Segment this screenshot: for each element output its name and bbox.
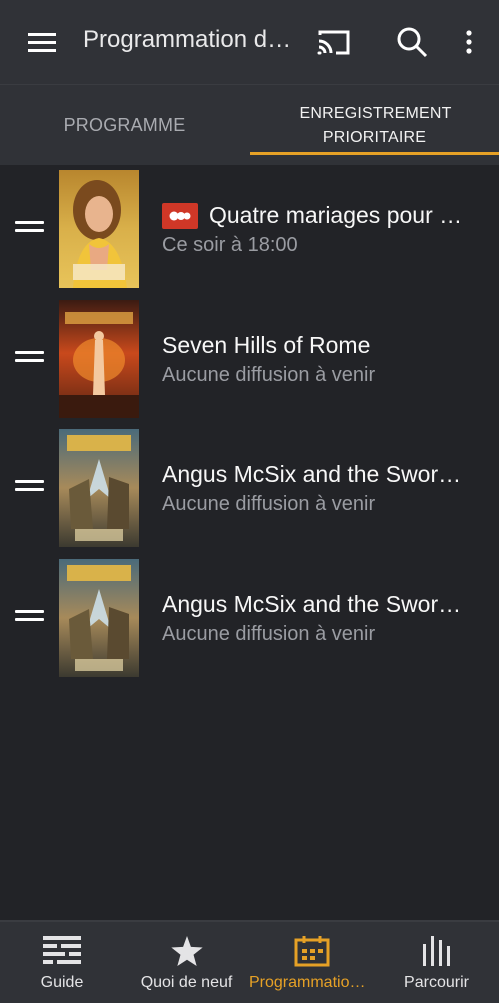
tab-label: ENREGISTREMENT PRIORITAIRE [299,104,452,146]
browse-icon [417,934,457,968]
active-tab-indicator [250,152,499,155]
nav-label: Parcourir [404,974,469,991]
tab-bar: PROGRAMME ENREGISTREMENT PRIORITAIRE [0,84,499,165]
nav-label: Quoi de neuf [140,974,233,991]
poster-image [59,170,139,288]
page-title: Programmation de... [83,26,298,53]
program-title: Angus McSix and the Sword o... [162,591,472,617]
search-icon[interactable] [390,22,434,62]
more-vert-icon[interactable] [456,22,482,62]
poster-image [59,300,139,418]
nav-quoi-de-neuf[interactable]: Quoi de neuf [124,922,249,1003]
calendar-icon [292,934,332,968]
hamburger-menu-icon[interactable] [22,22,62,62]
guide-icon [42,934,82,968]
list-item[interactable]: Seven Hills of Rome Aucune diffusion à v… [0,295,499,423]
cast-icon[interactable] [312,22,356,62]
program-schedule: Ce soir à 18:00 [162,234,298,256]
drag-handle-icon[interactable] [15,221,44,237]
program-title: Angus McSix and the Sword o... [162,461,472,487]
nav-guide[interactable]: Guide [0,922,124,1003]
poster-image [59,559,139,677]
drag-handle-icon[interactable] [15,480,44,496]
program-title: Quatre mariages pour u... [209,202,469,228]
nav-label: Guide [40,974,84,991]
nav-parcourir[interactable]: Parcourir [374,922,499,1003]
list-item[interactable]: Angus McSix and the Sword o... Aucune di… [0,424,499,552]
recording-badge-icon [162,203,198,229]
drag-handle-icon[interactable] [15,351,44,367]
nav-label: Programmation ... [249,974,374,991]
drag-handle-icon[interactable] [15,610,44,626]
program-title: Seven Hills of Rome [162,332,371,358]
app-bar: Programmation de... [0,0,499,84]
list-item[interactable]: Quatre mariages pour u... Ce soir à 18:0… [0,165,499,293]
program-schedule: Aucune diffusion à venir [162,623,376,645]
program-schedule: Aucune diffusion à venir [162,493,376,515]
nav-programmation[interactable]: Programmation ... [249,922,374,1003]
poster-image [59,429,139,547]
bottom-navigation: Guide Quoi de neuf Programmation ... Par… [0,920,499,1003]
program-schedule: Aucune diffusion à venir [162,364,376,386]
star-icon [167,934,207,968]
tab-programme[interactable]: PROGRAMME [0,85,249,166]
list-item[interactable]: Angus McSix and the Sword o... Aucune di… [0,554,499,682]
